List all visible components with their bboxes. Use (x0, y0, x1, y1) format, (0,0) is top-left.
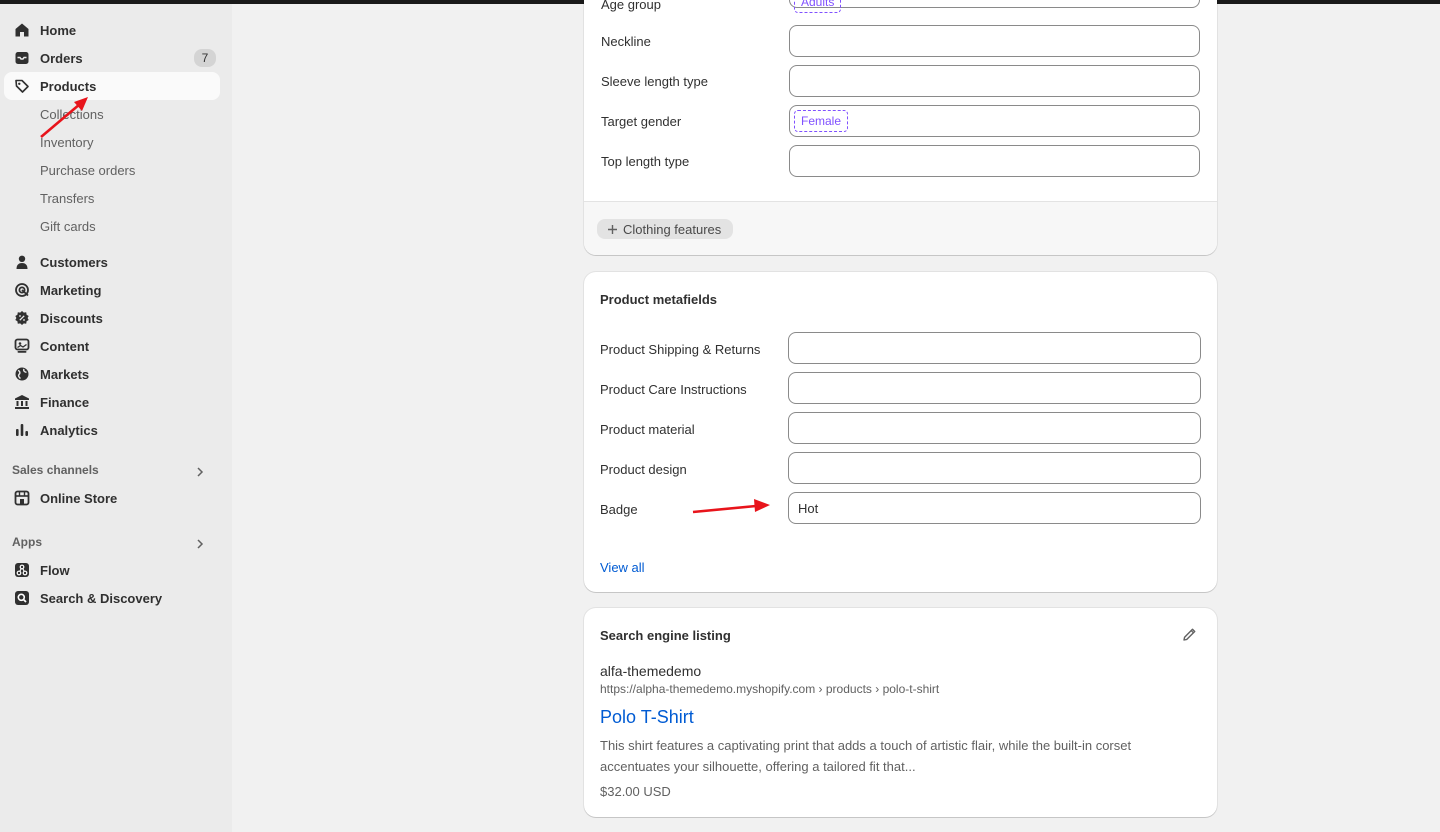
sidebar-subitem-purchase-orders[interactable]: Purchase orders (40, 163, 135, 178)
apps-title[interactable]: Apps (12, 535, 42, 549)
edit-pencil-icon[interactable] (1182, 627, 1197, 642)
seo-description-line-1: This shirt features a captivating print … (600, 738, 1132, 753)
sleeve-length-type-field[interactable] (789, 65, 1200, 97)
sidebar-item-label: Products (40, 79, 97, 94)
seo-price: $32.00 USD (600, 784, 671, 799)
shipping-returns-field[interactable] (788, 332, 1201, 364)
person-icon (14, 254, 30, 270)
sidebar-item-label: Analytics (40, 423, 98, 438)
add-clothing-features-button[interactable]: Clothing features (597, 219, 734, 239)
target-icon (14, 282, 30, 298)
top-length-type-field[interactable] (789, 145, 1200, 177)
search-engine-listing-card: Search engine listing alfa-themedemo htt… (584, 608, 1217, 817)
sales-channels-title[interactable]: Sales channels (12, 463, 99, 477)
chevron-right-icon[interactable] (194, 466, 206, 478)
sidebar-item-orders[interactable]: Orders 7 (4, 44, 220, 72)
sidebar-item-markets[interactable]: Markets (4, 360, 220, 388)
globe-icon (14, 366, 30, 382)
badge-field[interactable]: Hot (788, 492, 1201, 524)
top-length-type-label: Top length type (601, 154, 690, 169)
flow-icon (14, 562, 30, 578)
sidebar-item-home[interactable]: Home (4, 16, 220, 44)
badge-label: Badge (600, 502, 638, 517)
sidebar-item-products[interactable]: Products (4, 72, 220, 100)
sidebar-subitem-gift-cards[interactable]: Gift cards (40, 219, 96, 234)
age-group-chip[interactable]: Adults (794, 0, 842, 13)
badge-value: Hot (798, 501, 819, 516)
product-metafields-card: Product metafields Product Shipping & Re… (584, 272, 1217, 592)
sidebar-item-label: Markets (40, 367, 90, 382)
product-metafields-title: Product metafields (600, 292, 718, 307)
sidebar-item-content[interactable]: Content (4, 332, 220, 360)
inbox-icon (14, 50, 30, 66)
sidebar-item-analytics[interactable]: Analytics (4, 416, 220, 444)
sidebar-item-label: Home (40, 23, 77, 38)
sidebar-item-discounts[interactable]: Discounts (4, 304, 220, 332)
sidebar: Home Orders 7 Products Collections Inven… (0, 4, 232, 832)
search-discovery-icon (14, 590, 30, 606)
discount-icon (14, 310, 30, 326)
target-gender-chip[interactable]: Female (794, 110, 849, 132)
care-instructions-field[interactable] (788, 372, 1201, 404)
sidebar-item-label: Search & Discovery (40, 591, 163, 606)
sidebar-item-label: Orders (40, 51, 83, 66)
search-engine-listing-title: Search engine listing (600, 628, 731, 643)
sidebar-item-label: Content (40, 339, 90, 354)
bank-icon (14, 394, 30, 410)
sidebar-subitem-collections[interactable]: Collections (40, 107, 104, 122)
plus-icon (608, 224, 617, 234)
sidebar-item-label: Flow (40, 563, 70, 578)
seo-store-name: alfa-themedemo (600, 663, 702, 679)
sidebar-item-marketing[interactable]: Marketing (4, 276, 220, 304)
age-group-label: Age group (601, 0, 661, 12)
sidebar-subitem-transfers[interactable]: Transfers (40, 191, 94, 206)
home-icon (14, 22, 30, 38)
sidebar-item-finance[interactable]: Finance (4, 388, 220, 416)
view-all-link[interactable]: View all (600, 560, 645, 575)
product-material-field[interactable] (788, 412, 1201, 444)
target-gender-field[interactable]: Female (789, 105, 1200, 137)
product-material-label: Product material (600, 422, 695, 437)
add-clothing-features-label: Clothing features (623, 221, 722, 237)
sidebar-item-label: Marketing (40, 283, 102, 298)
neckline-field[interactable] (789, 25, 1200, 57)
content-icon (14, 338, 30, 354)
sidebar-item-online-store[interactable]: Online Store (4, 484, 220, 512)
seo-description-line-2: accentuates your silhouette, offering a … (600, 759, 916, 774)
product-design-field[interactable] (788, 452, 1201, 484)
sidebar-item-label: Online Store (40, 491, 118, 506)
sidebar-item-label: Discounts (40, 311, 103, 326)
sidebar-subitem-inventory[interactable]: Inventory (40, 135, 93, 150)
store-icon (14, 490, 30, 506)
sidebar-item-label: Finance (40, 395, 90, 410)
tag-icon (14, 78, 30, 94)
seo-page-title[interactable]: Polo T-Shirt (600, 707, 694, 728)
product-design-label: Product design (600, 462, 687, 477)
neckline-label: Neckline (601, 34, 651, 49)
chevron-right-icon[interactable] (194, 538, 206, 550)
sidebar-item-label: Customers (40, 255, 108, 270)
sidebar-item-flow[interactable]: Flow (4, 556, 220, 584)
bar-chart-icon (14, 422, 30, 438)
card-footer: Clothing features (584, 201, 1217, 255)
sleeve-length-type-label: Sleeve length type (601, 74, 708, 89)
age-group-field[interactable]: Adults (789, 0, 1200, 13)
orders-count-badge: 7 (194, 49, 216, 67)
care-instructions-label: Product Care Instructions (600, 382, 747, 397)
category-metafields-card: Age group Adults Neckline Sleeve length … (584, 0, 1217, 255)
shipping-returns-label: Product Shipping & Returns (600, 342, 761, 357)
sidebar-item-customers[interactable]: Customers (4, 248, 220, 276)
seo-url: https://alpha-themedemo.myshopify.com › … (600, 682, 940, 696)
sidebar-item-search-discovery[interactable]: Search & Discovery (4, 584, 220, 612)
target-gender-label: Target gender (601, 114, 682, 129)
